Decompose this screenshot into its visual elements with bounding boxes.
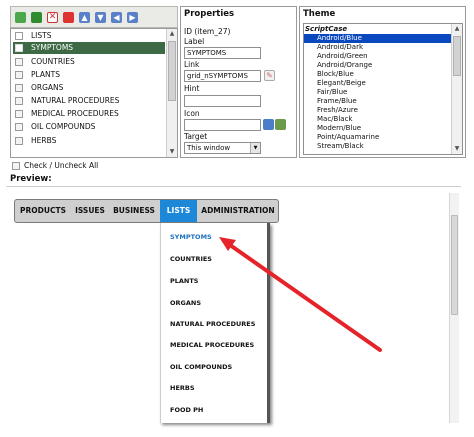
annotation-arrow-icon: [219, 237, 382, 352]
arrow-shaft: [228, 243, 382, 352]
